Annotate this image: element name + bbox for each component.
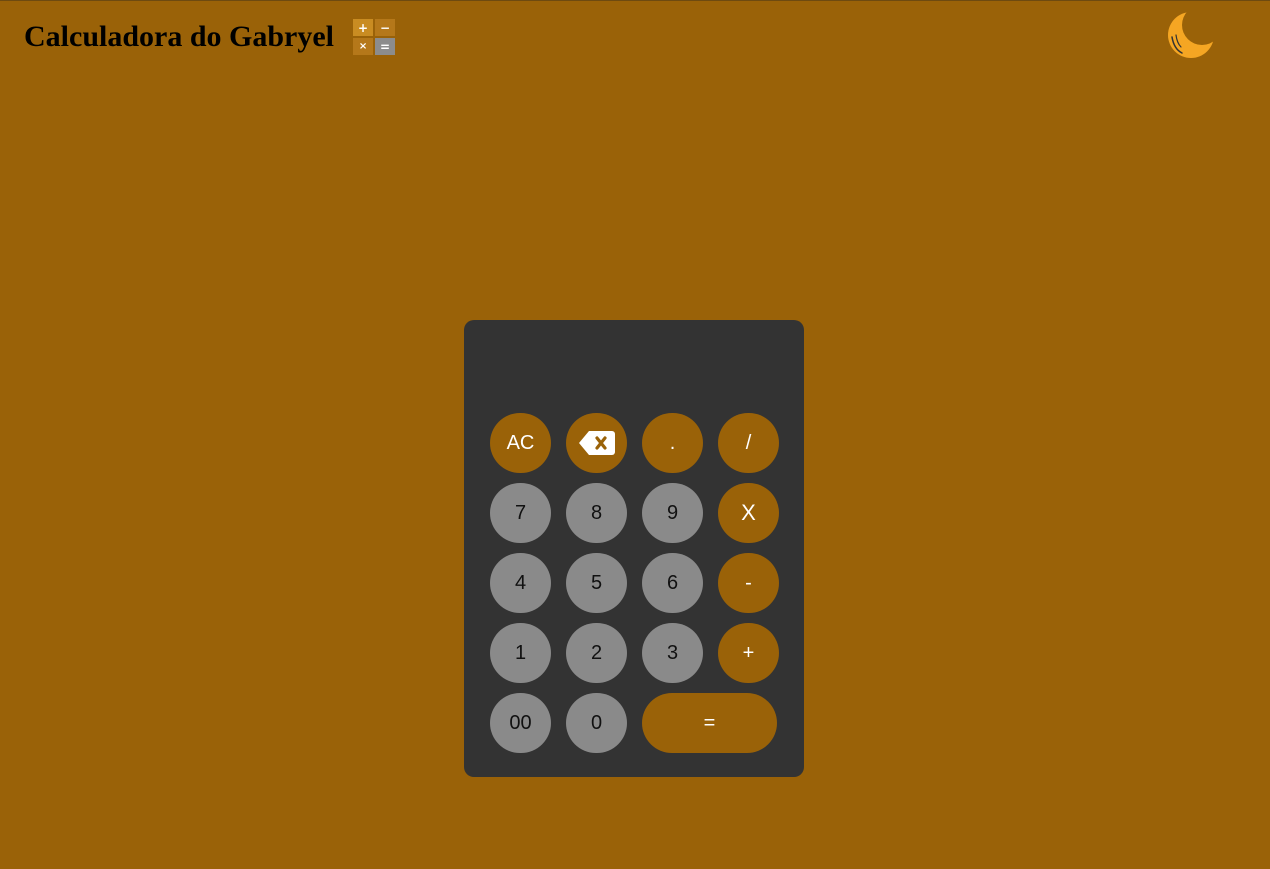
digit-3-button[interactable]: 3: [642, 623, 703, 683]
multiply-button[interactable]: X: [718, 483, 779, 543]
logo-equals: =: [375, 38, 396, 55]
calculator-logo-icon: + − × =: [353, 19, 396, 55]
logo-minus: −: [375, 19, 396, 36]
digit-4-button[interactable]: 4: [490, 553, 551, 613]
subtract-button[interactable]: -: [718, 553, 779, 613]
digit-8-button[interactable]: 8: [566, 483, 627, 543]
logo-times: ×: [353, 38, 374, 55]
page-title: Calculadora do Gabryel: [24, 20, 335, 53]
moon-icon: [1168, 12, 1214, 58]
theme-toggle-button[interactable]: [1164, 7, 1218, 61]
divide-button[interactable]: /: [718, 413, 779, 473]
double-zero-button[interactable]: 00: [490, 693, 551, 753]
backspace-icon: [578, 431, 615, 455]
header: Calculadora do Gabryel + − × =: [24, 15, 396, 59]
digit-9-button[interactable]: 9: [642, 483, 703, 543]
digit-7-button[interactable]: 7: [490, 483, 551, 543]
calculator: AC . / 7 8 9 X 4 5 6 - 1 2 3 + 00 0 =: [464, 320, 804, 777]
backspace-button[interactable]: [566, 413, 627, 473]
calculator-display: [484, 338, 784, 402]
digit-2-button[interactable]: 2: [566, 623, 627, 683]
clear-button[interactable]: AC: [490, 413, 551, 473]
decimal-button[interactable]: .: [642, 413, 703, 473]
keypad: AC . / 7 8 9 X 4 5 6 - 1 2 3 + 00 0 =: [490, 413, 779, 753]
digit-5-button[interactable]: 5: [566, 553, 627, 613]
digit-0-button[interactable]: 0: [566, 693, 627, 753]
digit-1-button[interactable]: 1: [490, 623, 551, 683]
logo-plus: +: [353, 19, 374, 36]
digit-6-button[interactable]: 6: [642, 553, 703, 613]
equals-button[interactable]: =: [642, 693, 777, 753]
add-button[interactable]: +: [718, 623, 779, 683]
